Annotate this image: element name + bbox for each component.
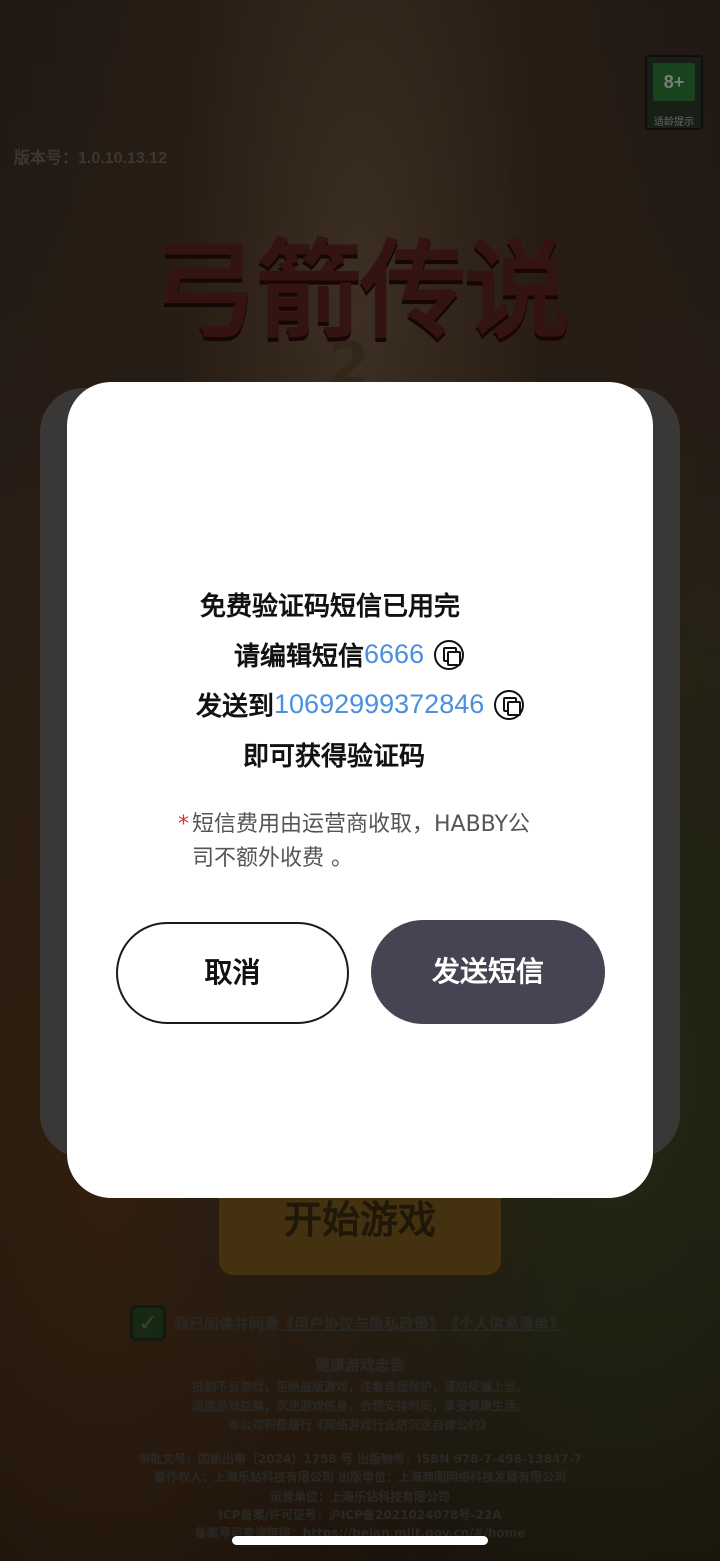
edit-sms-text: 请编辑短信 bbox=[234, 642, 365, 672]
dialog-message-line-4: 即可获得验证码 bbox=[243, 736, 425, 773]
quota-used-text: 免费验证码短信已用完 bbox=[200, 592, 461, 622]
required-asterisk: * bbox=[178, 812, 189, 837]
fee-note-line-1: 短信费用由运营商收取，HABBY公 bbox=[192, 812, 531, 837]
get-code-text: 即可获得验证码 bbox=[243, 742, 426, 772]
dialog-message-line-2: 请编辑短信 6666 bbox=[234, 636, 465, 673]
sms-verification-dialog bbox=[67, 382, 653, 1198]
sms-fee-note: * 短信费用由运营商收取，HABBY公 司不额外收费 。 bbox=[178, 808, 568, 876]
send-to-text: 发送到 bbox=[196, 692, 275, 722]
sms-number-value: 10692999372846 bbox=[274, 689, 485, 719]
copy-icon[interactable] bbox=[494, 689, 525, 720]
fee-note-line-2: 司不额外收费 。 bbox=[192, 846, 353, 871]
sms-content-value: 6666 bbox=[364, 639, 425, 669]
dialog-message-line-3: 发送到 10692999372846 bbox=[196, 686, 525, 723]
send-sms-button[interactable]: 发送短信 bbox=[371, 920, 605, 1024]
cancel-button[interactable]: 取消 bbox=[116, 922, 349, 1024]
copy-icon[interactable] bbox=[434, 639, 465, 670]
dialog-message-line-1: 免费验证码短信已用完 bbox=[200, 586, 460, 623]
home-indicator[interactable] bbox=[232, 1536, 488, 1545]
